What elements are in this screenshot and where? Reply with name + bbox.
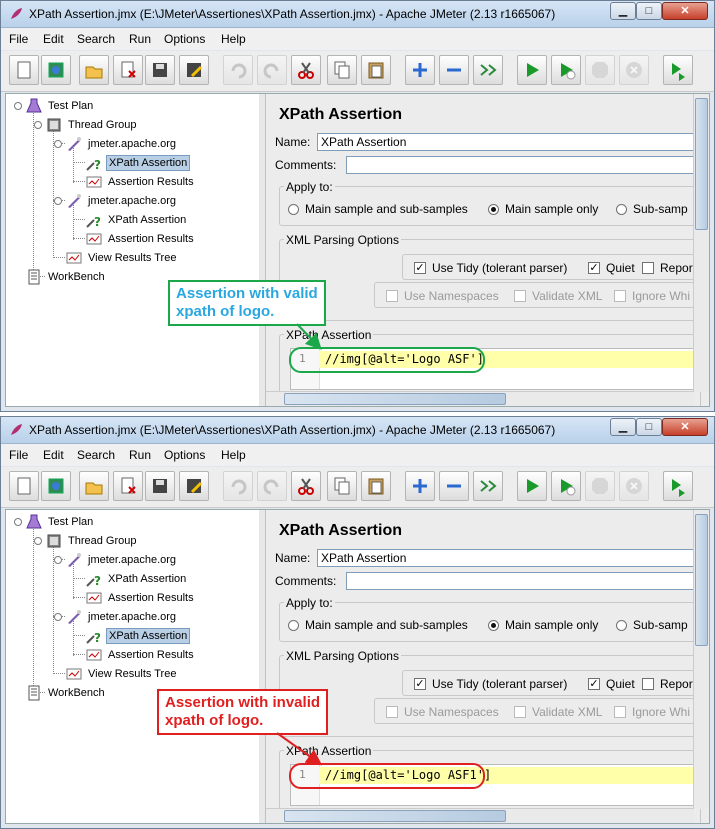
jmeter-window-2: XPath Assertion.jmx (E:\JMeter\Assertion…: [0, 416, 715, 829]
annotation-arrow: [276, 732, 323, 766]
annotation-arrow: [296, 323, 322, 350]
jmeter-window-1: XPath Assertion.jmx (E:\JMeter\Assertion…: [0, 0, 715, 412]
